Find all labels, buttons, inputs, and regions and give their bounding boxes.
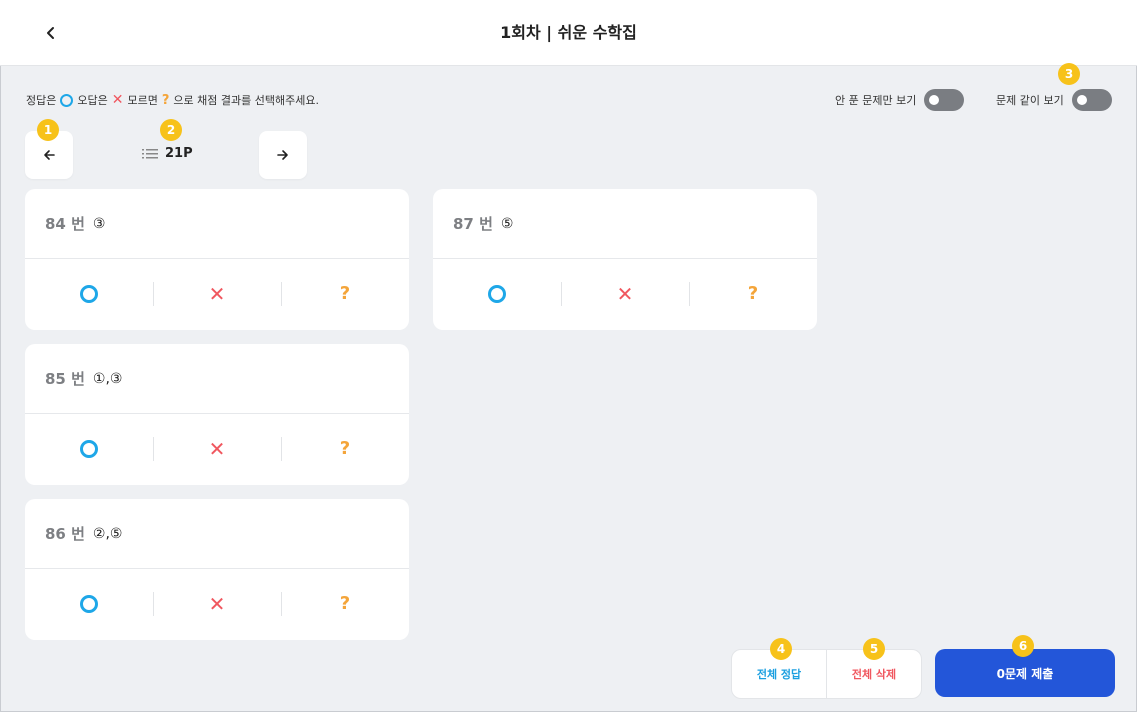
- unknown-question-icon: ?: [339, 283, 351, 304]
- question-number: 85 번: [45, 370, 85, 388]
- arrow-left-icon: [44, 150, 55, 160]
- annotation-badge-4: 4: [770, 638, 792, 660]
- question-card-84: 84 번 ③ ✕ ?: [25, 189, 409, 330]
- annotation-badge-1: 1: [37, 119, 59, 141]
- mark-correct-button[interactable]: [25, 437, 153, 461]
- wrong-x-icon: ✕: [616, 282, 634, 306]
- question-answer: ①,③: [92, 370, 123, 387]
- question-answer: ②,⑤: [92, 525, 123, 542]
- wrong-x-icon: ✕: [208, 592, 226, 616]
- unsolved-only-label: 안 푼 문제만 보기: [835, 94, 917, 107]
- mark-correct-button[interactable]: [25, 282, 153, 306]
- question-number: 84 번: [45, 215, 85, 233]
- current-page-label: 21P: [165, 146, 193, 161]
- bulk-actions: 전체 정답 전체 삭제: [731, 649, 922, 699]
- instruction-text-wrong: 오답은: [77, 94, 108, 107]
- grading-options: ✕ ?: [433, 259, 817, 329]
- back-button[interactable]: [38, 20, 64, 46]
- show-with-problem-toggle-group: 문제 같이 보기: [996, 89, 1112, 111]
- chevron-left-icon: [47, 27, 54, 39]
- mark-unknown-button[interactable]: ?: [281, 437, 409, 461]
- mark-wrong-button[interactable]: ✕: [153, 437, 281, 461]
- question-number: 86 번: [45, 525, 85, 543]
- correct-circle-icon: [80, 285, 98, 303]
- next-page-button[interactable]: [259, 131, 307, 179]
- mark-correct-button[interactable]: [25, 592, 153, 616]
- question-answer: ⑤: [500, 215, 514, 232]
- grading-options: ✕ ?: [25, 414, 409, 484]
- unsolved-only-toggle-group: 안 푼 문제만 보기: [835, 89, 965, 111]
- unsolved-only-toggle[interactable]: [924, 89, 965, 111]
- grading-instruction: 정답은 오답은 ✕ 모르면 ? 으로 채점 결과를 선택해주세요.: [26, 91, 319, 109]
- mark-wrong-button[interactable]: ✕: [153, 282, 281, 306]
- mark-unknown-button[interactable]: ?: [281, 282, 409, 306]
- question-number: 87 번: [453, 215, 493, 233]
- question-answer: ③: [92, 215, 106, 232]
- annotation-badge-6: 6: [1012, 635, 1034, 657]
- wrong-x-icon: ✕: [208, 437, 226, 461]
- correct-circle-icon: [60, 93, 74, 107]
- question-header: 85 번 ①,③: [25, 344, 409, 414]
- page-selector[interactable]: 21P: [142, 146, 193, 161]
- arrow-right-icon: [277, 150, 288, 160]
- wrong-x-icon: ✕: [111, 92, 124, 108]
- question-card-86: 86 번 ②,⑤ ✕ ?: [25, 499, 409, 640]
- show-with-problem-toggle[interactable]: [1071, 89, 1112, 111]
- mark-correct-button[interactable]: [433, 282, 561, 306]
- question-header: 84 번 ③: [25, 189, 409, 259]
- list-icon: [142, 148, 158, 158]
- header: 1회차 | 쉬운 수학집: [0, 0, 1137, 66]
- correct-circle-icon: [80, 440, 98, 458]
- annotation-badge-2: 2: [160, 119, 182, 141]
- correct-circle-icon: [488, 285, 506, 303]
- mark-wrong-button[interactable]: ✕: [561, 282, 689, 306]
- annotation-badge-5: 5: [863, 638, 885, 660]
- annotation-badge-3: 3: [1058, 63, 1080, 85]
- question-card-87: 87 번 ⑤ ✕ ?: [433, 189, 817, 330]
- unknown-question-icon: ?: [161, 92, 170, 108]
- unknown-question-icon: ?: [339, 593, 351, 614]
- instruction-text-tail: 으로 채점 결과를 선택해주세요.: [173, 94, 319, 107]
- mark-unknown-button[interactable]: ?: [281, 592, 409, 616]
- wrong-x-icon: ✕: [208, 282, 226, 306]
- question-header: 87 번 ⑤: [433, 189, 817, 259]
- show-with-problem-label: 문제 같이 보기: [996, 94, 1064, 107]
- grading-options: ✕ ?: [25, 569, 409, 639]
- unknown-question-icon: ?: [747, 283, 759, 304]
- question-card-85: 85 번 ①,③ ✕ ?: [25, 344, 409, 485]
- question-header: 86 번 ②,⑤: [25, 499, 409, 569]
- grading-options: ✕ ?: [25, 259, 409, 329]
- mark-wrong-button[interactable]: ✕: [153, 592, 281, 616]
- mark-unknown-button[interactable]: ?: [689, 282, 817, 306]
- instruction-text-unknown: 모르면: [127, 94, 158, 107]
- page-title: 1회차 | 쉬운 수학집: [500, 23, 637, 42]
- correct-circle-icon: [80, 595, 98, 613]
- instruction-text-correct: 정답은: [26, 94, 57, 107]
- unknown-question-icon: ?: [339, 438, 351, 459]
